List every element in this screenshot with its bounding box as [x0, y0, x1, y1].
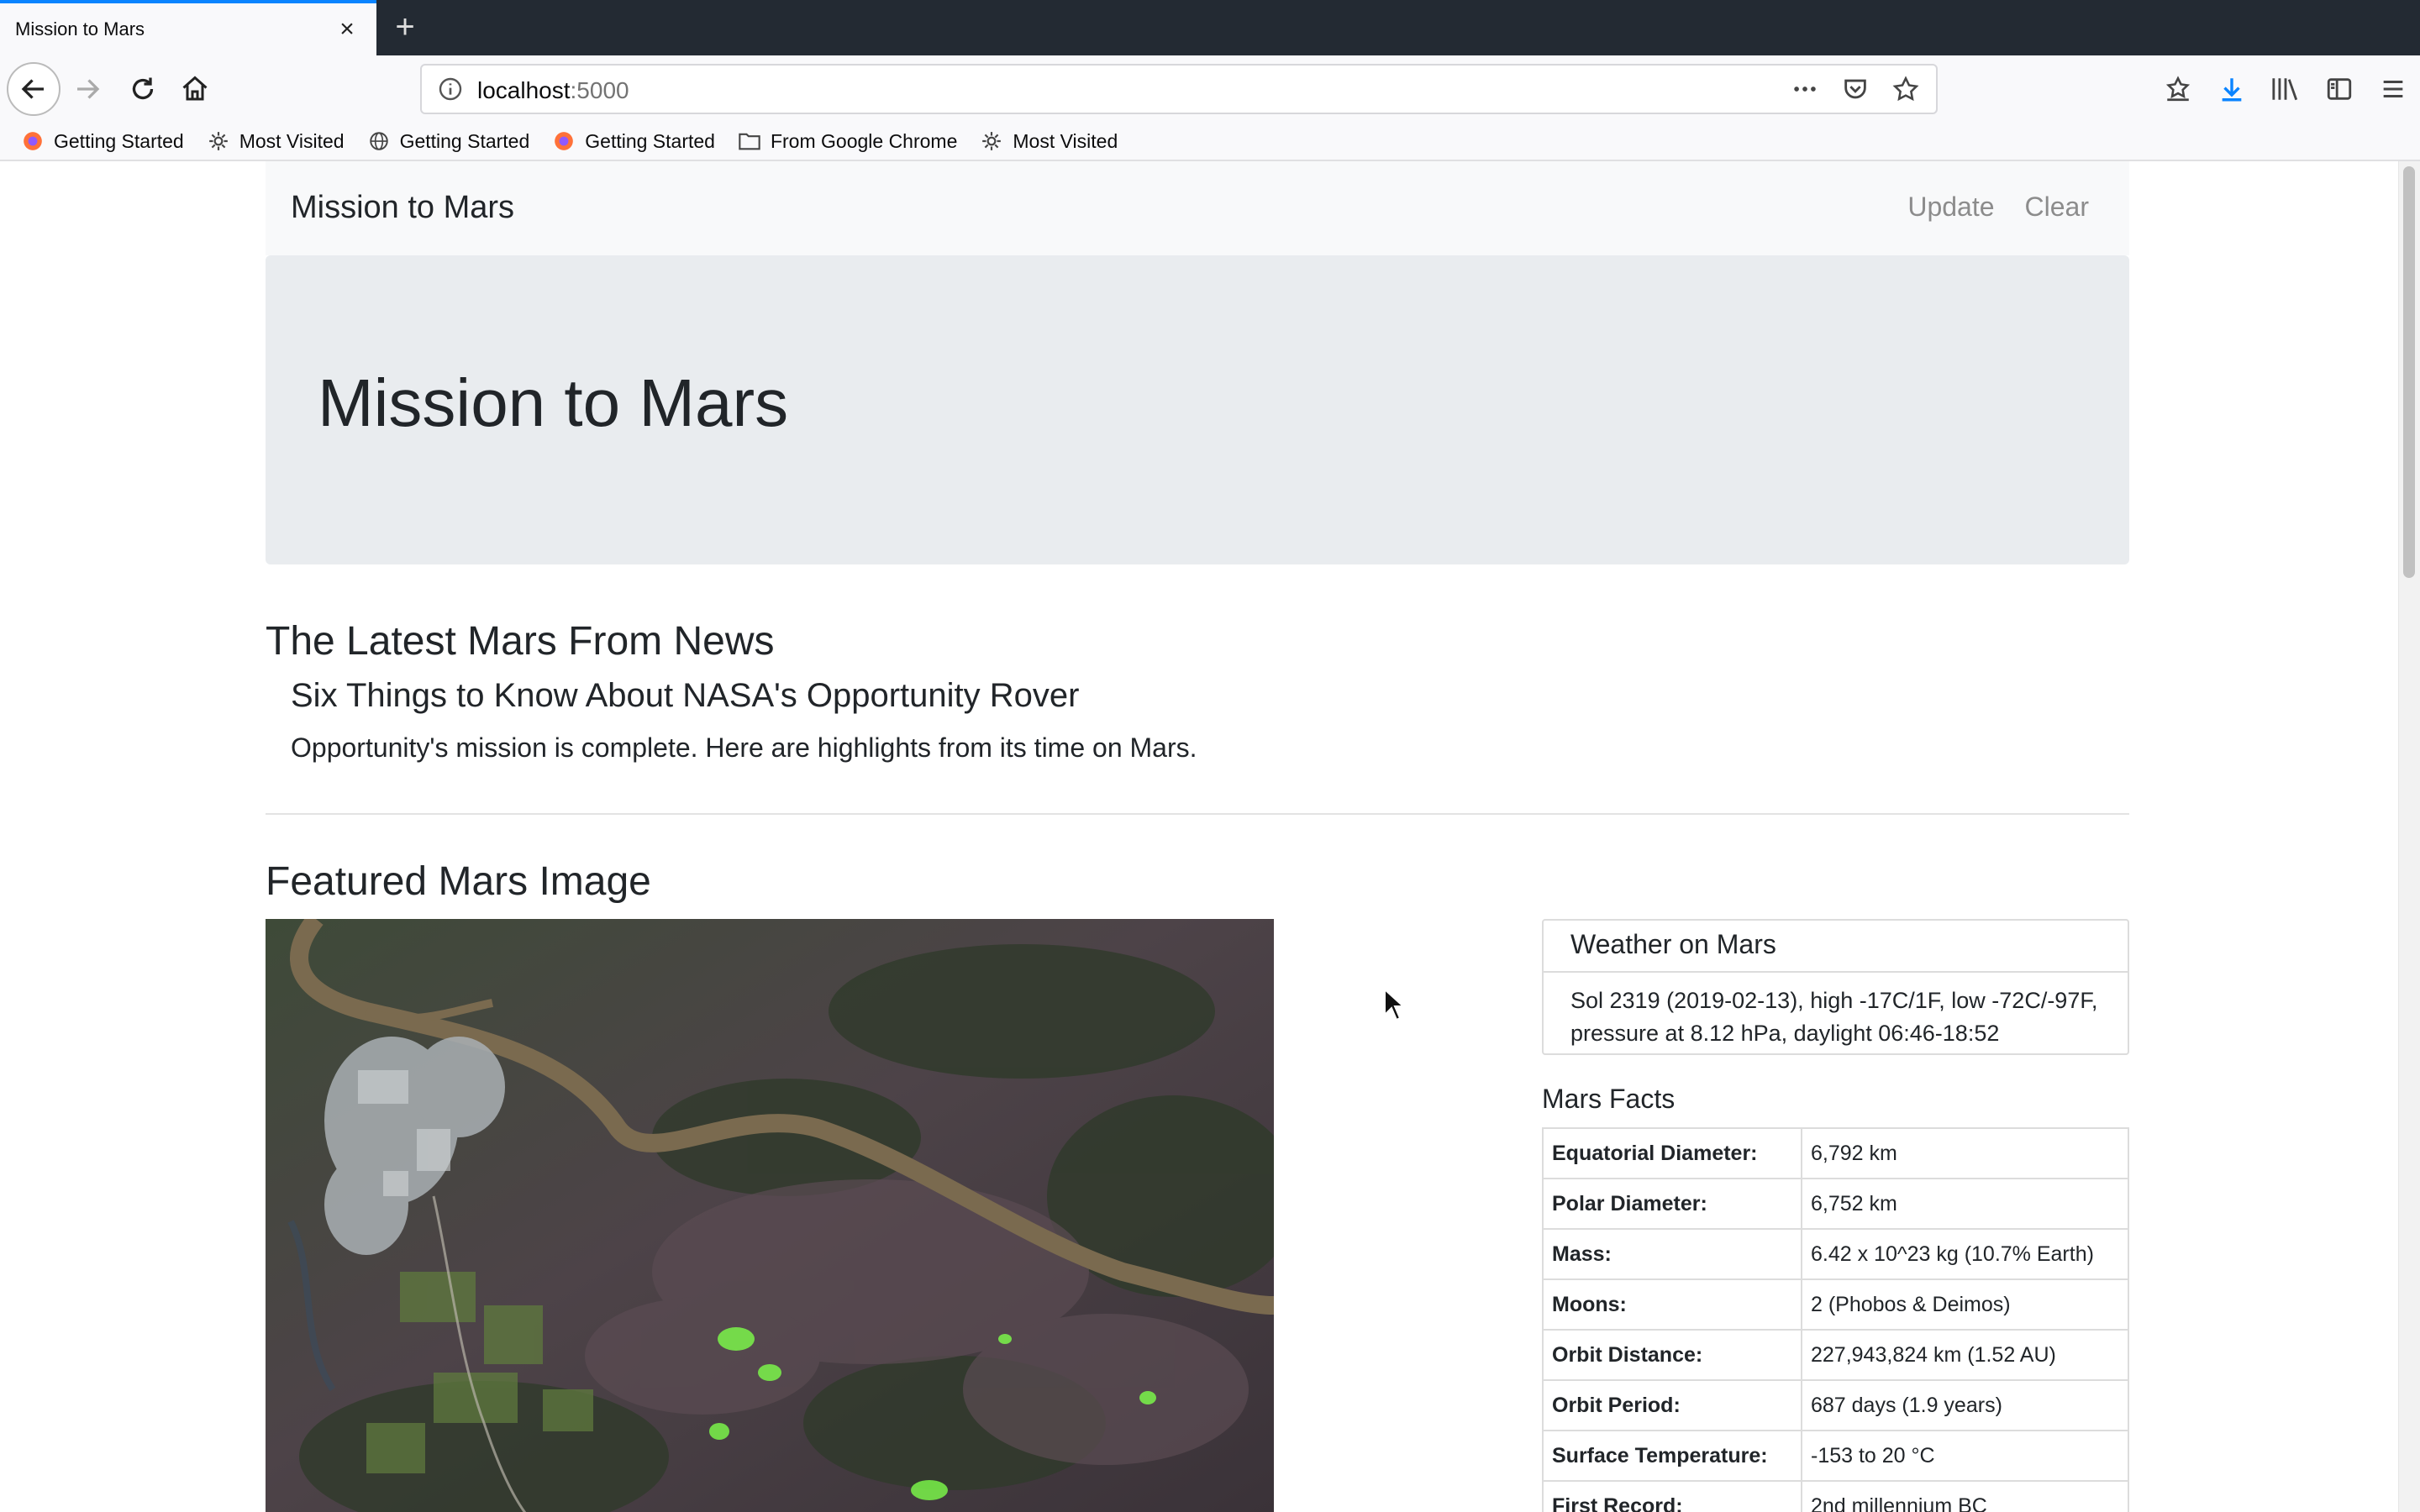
fact-key: Orbit Distance: — [1542, 1329, 1802, 1381]
home-icon — [182, 76, 208, 101]
browser-tab-active[interactable]: Mission to Mars × — [0, 0, 376, 55]
gear-icon — [206, 129, 231, 154]
fact-key: First Record: — [1542, 1480, 1802, 1512]
url-text[interactable]: localhost:5000 — [477, 77, 629, 104]
fact-key: Polar Diameter: — [1542, 1178, 1802, 1230]
bookmark-item[interactable]: From Google Chrome — [737, 129, 957, 154]
gear-icon — [979, 129, 1004, 154]
fact-value: -153 to 20 °C — [1801, 1430, 2129, 1482]
firefox-icon — [551, 129, 576, 154]
news-teaser: Opportunity's mission is complete. Here … — [291, 732, 1197, 763]
table-row: Polar Diameter: 6,752 km — [1542, 1178, 2129, 1230]
table-row: Mass: 6.42 x 10^23 kg (10.7% Earth) — [1542, 1228, 2129, 1280]
firefox-icon — [20, 129, 45, 154]
mars-facts-table: Equatorial Diameter: 6,792 km Polar Diamet… — [1542, 1127, 2129, 1512]
site-navbar: Mission to Mars Update Clear — [266, 161, 2129, 255]
page-scrollbar[interactable] — [2398, 161, 2420, 1512]
fact-value: 227,943,824 km (1.52 AU) — [1801, 1329, 2129, 1381]
jumbotron: Mission to Mars — [266, 255, 2129, 564]
table-row: Orbit Period: 687 days (1.9 years) — [1542, 1379, 2129, 1431]
url-bar[interactable]: localhost:5000 — [420, 64, 1938, 114]
pocket-icon[interactable] — [1839, 72, 1872, 106]
bookmark-item[interactable]: Most Visited — [206, 129, 345, 154]
fact-value: 6,792 km — [1801, 1127, 2129, 1179]
bookmark-label: Most Visited — [1013, 129, 1118, 152]
downloads-icon[interactable] — [2213, 64, 2250, 114]
close-tab-icon[interactable]: × — [334, 17, 360, 42]
weather-text: Sol 2319 (2019-02-13), high -17C/1F, low… — [1570, 988, 2098, 1046]
table-row: Surface Temperature: -153 to 20 °C — [1542, 1430, 2129, 1482]
fact-value: 687 days (1.9 years) — [1801, 1379, 2129, 1431]
reload-icon — [132, 77, 154, 100]
bookmark-label: Getting Started — [54, 129, 184, 152]
table-row: Orbit Distance: 227,943,824 km (1.52 AU) — [1542, 1329, 2129, 1381]
back-button[interactable] — [7, 62, 60, 116]
bookmark-item[interactable]: Getting Started — [366, 129, 530, 154]
arrow-right-icon — [77, 79, 100, 99]
section-divider — [266, 813, 2129, 815]
bookmark-label: Most Visited — [239, 129, 345, 152]
save-to-pocket-icon[interactable] — [2160, 64, 2196, 114]
table-row: Equatorial Diameter: 6,792 km — [1542, 1127, 2129, 1179]
reload-button[interactable] — [116, 62, 170, 116]
clear-link[interactable]: Clear — [2025, 192, 2089, 223]
sidebar-icon[interactable] — [2321, 64, 2358, 114]
hamburger-menu-icon[interactable] — [2375, 64, 2412, 114]
weather-card: Weather on Mars Sol 2319 (2019-02-13), h… — [1542, 919, 2129, 1055]
fact-key: Orbit Period: — [1542, 1379, 1802, 1431]
fact-value: 6,752 km — [1801, 1178, 2129, 1230]
forward-button[interactable] — [60, 62, 114, 116]
url-host: localhost — [477, 77, 571, 103]
bookmark-item[interactable]: Getting Started — [551, 129, 715, 154]
page-viewport[interactable]: Mission to Mars Update Clear Mission to … — [0, 161, 2420, 1512]
library-icon[interactable] — [2267, 64, 2304, 114]
navbar-brand[interactable]: Mission to Mars — [291, 190, 514, 226]
globe-icon — [366, 129, 392, 154]
featured-image-heading: Featured Mars Image — [266, 859, 651, 904]
tab-title: Mission to Mars — [15, 18, 145, 39]
page-container: Mission to Mars Update Clear Mission to … — [266, 161, 2129, 1512]
mars-facts-heading: Mars Facts — [1542, 1084, 1676, 1114]
table-row: Moons: 2 (Phobos & Deimos) — [1542, 1278, 2129, 1331]
browser-toolbar: localhost:5000 — [0, 55, 2420, 123]
folder-icon — [737, 129, 762, 154]
fact-key: Moons: — [1542, 1278, 1802, 1331]
fact-key: Equatorial Diameter: — [1542, 1127, 1802, 1179]
update-link[interactable]: Update — [1907, 192, 1994, 223]
fact-value: 2 (Phobos & Deimos) — [1801, 1278, 2129, 1331]
bookmark-star-icon[interactable] — [1889, 72, 1923, 106]
news-heading: The Latest Mars From News — [266, 619, 775, 664]
fact-key: Surface Temperature: — [1542, 1430, 1802, 1482]
arrow-left-icon — [21, 79, 44, 99]
scrollbar-thumb[interactable] — [2403, 166, 2415, 578]
info-icon[interactable] — [437, 76, 464, 102]
bookmark-label: From Google Chrome — [770, 129, 958, 152]
weather-heading: Weather on Mars — [1544, 921, 2128, 973]
page-actions-icon[interactable] — [1788, 72, 1822, 106]
fact-key: Mass: — [1542, 1228, 1802, 1280]
url-port: :5000 — [570, 77, 629, 103]
bookmark-item[interactable]: Getting Started — [20, 129, 184, 154]
bookmark-item[interactable]: Most Visited — [979, 129, 1118, 154]
browser-titlebar: Mission to Mars × + — [0, 0, 2420, 55]
fact-value: 6.42 x 10^23 kg (10.7% Earth) — [1801, 1228, 2129, 1280]
bookmark-label: Getting Started — [399, 129, 530, 152]
featured-mars-image — [266, 919, 1274, 1512]
bookmarks-toolbar: Getting Started Most Visited Getting Start… — [0, 123, 2420, 161]
bookmark-label: Getting Started — [585, 129, 715, 152]
news-title: Six Things to Know About NASA's Opportun… — [291, 677, 1080, 714]
home-button[interactable] — [168, 62, 222, 116]
table-row: First Record: 2nd millennium BC — [1542, 1480, 2129, 1512]
mouse-cursor-icon — [1384, 988, 1405, 1021]
new-tab-icon[interactable]: + — [388, 10, 422, 44]
fact-value: 2nd millennium BC — [1801, 1480, 2129, 1512]
page-title: Mission to Mars — [318, 365, 789, 440]
